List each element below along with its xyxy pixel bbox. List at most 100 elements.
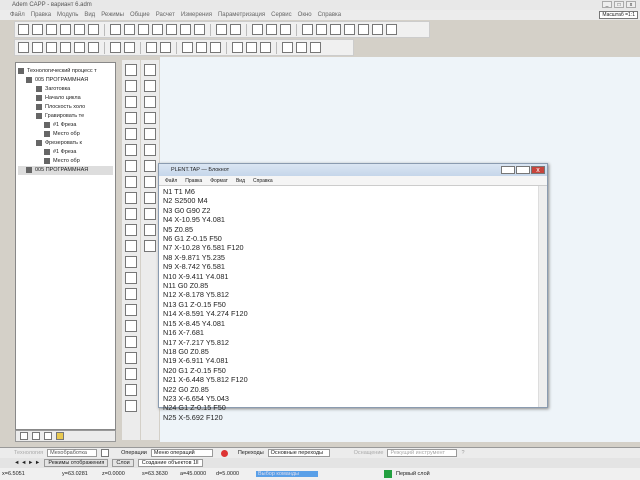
- tool-button-icon[interactable]: [144, 144, 156, 156]
- type-select[interactable]: Мехобработка: [47, 449, 98, 457]
- toolbar-button-icon[interactable]: [124, 42, 135, 53]
- toolbar-button-icon[interactable]: [260, 42, 271, 53]
- maximize-icon[interactable]: [516, 166, 530, 174]
- toolbar-button-icon[interactable]: [60, 42, 71, 53]
- tool-button-icon[interactable]: [125, 272, 137, 284]
- tool-button-icon[interactable]: [125, 320, 137, 332]
- notepad-menu-item[interactable]: Файл: [165, 178, 177, 184]
- tree-item[interactable]: Начало цикла: [18, 94, 113, 103]
- toolbar-button-icon[interactable]: [32, 24, 43, 35]
- tool-button-icon[interactable]: [125, 128, 137, 140]
- tab-nav-arrows[interactable]: ◄ ◄ ► ►: [14, 460, 40, 466]
- toolbar-button-icon[interactable]: [358, 24, 369, 35]
- menu-item[interactable]: Общие: [130, 12, 150, 18]
- tool-button-icon[interactable]: [125, 368, 137, 380]
- toolbar-button-icon[interactable]: [210, 42, 221, 53]
- transitions-select[interactable]: Основные переходы: [267, 449, 330, 457]
- toolbar-button-icon[interactable]: [180, 24, 191, 35]
- menu-item[interactable]: Режимы: [101, 12, 124, 18]
- tab-icon-1[interactable]: [20, 432, 28, 440]
- toolbar-button-icon[interactable]: [230, 24, 241, 35]
- tool-button-icon[interactable]: [125, 96, 137, 108]
- help-icon[interactable]: ?: [461, 450, 464, 456]
- toolbar-button-icon[interactable]: [160, 42, 171, 53]
- menu-item[interactable]: Файл: [10, 12, 25, 18]
- toolbar-button-icon[interactable]: [344, 24, 355, 35]
- tool-button-icon[interactable]: [125, 64, 137, 76]
- tool-button-icon[interactable]: [125, 80, 137, 92]
- layer-tab[interactable]: Создание объектов 1ll: [137, 459, 203, 467]
- toolbar-button-icon[interactable]: [74, 42, 85, 53]
- notepad-menu-item[interactable]: Вид: [236, 178, 245, 184]
- toolbar-button-icon[interactable]: [46, 24, 57, 35]
- tool-button-icon[interactable]: [144, 128, 156, 140]
- tool-button-icon[interactable]: [144, 192, 156, 204]
- close-button[interactable]: x: [626, 1, 636, 8]
- toolbar-button-icon[interactable]: [138, 24, 149, 35]
- toolbar-button-icon[interactable]: [216, 24, 227, 35]
- tool-button-icon[interactable]: [144, 80, 156, 92]
- record-icon[interactable]: [220, 449, 228, 457]
- tree-item[interactable]: Технологический процесс т: [18, 67, 113, 76]
- tree-item[interactable]: Заготовка: [18, 85, 113, 94]
- menu-item[interactable]: Модуль: [57, 12, 78, 18]
- toolbar-button-icon[interactable]: [182, 42, 193, 53]
- toolbar-button-icon[interactable]: [166, 24, 177, 35]
- tool-button-icon[interactable]: [144, 112, 156, 124]
- menu-item[interactable]: Окно: [298, 12, 312, 18]
- toolbar-button-icon[interactable]: [110, 24, 121, 35]
- tool-button-icon[interactable]: [144, 176, 156, 188]
- tab-icon-2[interactable]: [32, 432, 40, 440]
- toolbar-button-icon[interactable]: [296, 42, 307, 53]
- menu-item[interactable]: Расчет: [156, 12, 175, 18]
- tooling-select[interactable]: Режущий инструмент: [387, 449, 458, 457]
- tree-item[interactable]: #1 Фреза: [18, 121, 113, 130]
- process-tree[interactable]: Технологический процесс т 005 ПРОГРАММНАЯ…: [15, 62, 116, 430]
- tool-button-icon[interactable]: [125, 288, 137, 300]
- tool-button-icon[interactable]: [144, 240, 156, 252]
- tree-item[interactable]: 005 ПРОГРАММНАЯ: [18, 76, 113, 85]
- toolbar-button-icon[interactable]: [18, 24, 29, 35]
- menu-item[interactable]: Измерения: [181, 12, 212, 18]
- tree-item[interactable]: Фрезеровать к: [18, 139, 113, 148]
- toolbar-button-icon[interactable]: [330, 24, 341, 35]
- toolbar-button-icon[interactable]: [18, 42, 29, 53]
- notepad-menu-item[interactable]: Правка: [185, 178, 202, 184]
- tool-button-icon[interactable]: [144, 224, 156, 236]
- tool-button-icon[interactable]: [144, 64, 156, 76]
- menu-item[interactable]: Параметризация: [218, 12, 265, 18]
- tool-button-icon[interactable]: [125, 256, 137, 268]
- tool-button-icon[interactable]: [144, 160, 156, 172]
- toolbar-button-icon[interactable]: [280, 24, 291, 35]
- toolbar-button-icon[interactable]: [252, 24, 263, 35]
- minimize-button[interactable]: _: [602, 1, 612, 8]
- tool-button-icon[interactable]: [125, 192, 137, 204]
- toolbar-button-icon[interactable]: [110, 42, 121, 53]
- tool-button-icon[interactable]: [125, 144, 137, 156]
- tree-item[interactable]: 005 ПРОГРАММНАЯ: [18, 166, 113, 175]
- notepad-menu-item[interactable]: Формат: [210, 178, 228, 184]
- menu-item[interactable]: Правка: [31, 12, 51, 18]
- tool-button-icon[interactable]: [125, 304, 137, 316]
- menu-item[interactable]: Вид: [84, 12, 95, 18]
- tool-button-icon[interactable]: [125, 384, 137, 396]
- tool-button-icon[interactable]: [125, 336, 137, 348]
- tab-icon-3[interactable]: [44, 432, 52, 440]
- tree-item[interactable]: Место обр: [18, 157, 113, 166]
- tool-button-icon[interactable]: [125, 160, 137, 172]
- tool-button-icon[interactable]: [144, 96, 156, 108]
- toolbar-button-icon[interactable]: [74, 24, 85, 35]
- tool-button-icon[interactable]: [125, 176, 137, 188]
- toolbar-button-icon[interactable]: [88, 24, 99, 35]
- toolbar-button-icon[interactable]: [152, 24, 163, 35]
- minimize-icon[interactable]: [501, 166, 515, 174]
- tree-item[interactable]: Гравировать те: [18, 112, 113, 121]
- maximize-button[interactable]: □: [614, 1, 624, 8]
- toolbar-button-icon[interactable]: [46, 42, 57, 53]
- tool-button-icon[interactable]: [125, 400, 137, 412]
- close-icon[interactable]: x: [531, 166, 545, 174]
- scrollbar[interactable]: [538, 186, 547, 407]
- toolbar-button-icon[interactable]: [88, 42, 99, 53]
- toolbar-button-icon[interactable]: [194, 24, 205, 35]
- toolbar-button-icon[interactable]: [60, 24, 71, 35]
